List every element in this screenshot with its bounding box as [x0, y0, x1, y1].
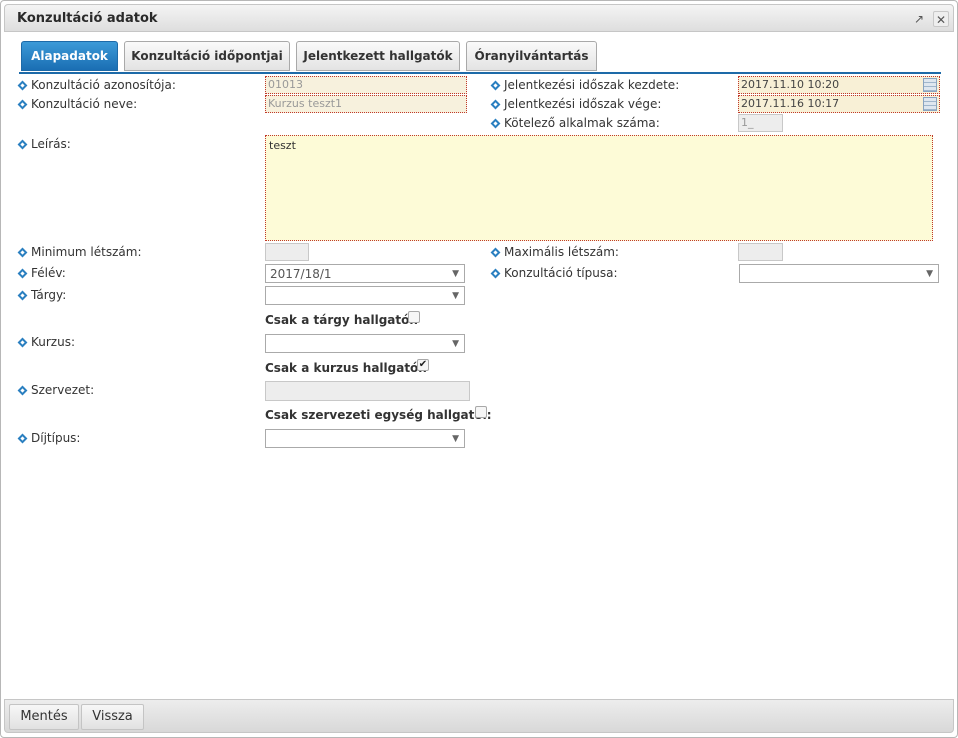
field-label-reg-end: Jelentkezési időszak vége: — [490, 97, 661, 111]
field-label-id: Konzultáció azonosítója: — [17, 78, 176, 92]
tab-underline — [19, 72, 941, 74]
bullet-icon — [490, 80, 501, 91]
dialog-window: Konzultáció adatok ↗ ✕ Alapadatok Konzul… — [0, 0, 958, 738]
field-label-min: Minimum létszám: — [17, 245, 141, 259]
subject-only-label: Csak a tárgy hallgatói: — [265, 313, 419, 327]
bullet-icon — [17, 139, 28, 150]
org-only-label: Csak szervezeti egység hallgatói: — [265, 408, 492, 422]
footer-bar: Mentés Vissza — [4, 699, 954, 733]
tab-oranyilvantartas[interactable]: Óranyilvántartás — [466, 41, 597, 71]
chevron-down-icon: ▼ — [452, 291, 459, 301]
bullet-icon — [490, 268, 501, 279]
bullet-icon — [17, 247, 28, 258]
bullet-icon — [17, 337, 28, 348]
description-textarea[interactable]: teszt — [265, 135, 933, 241]
min-count-field[interactable] — [265, 243, 309, 261]
reg-end-field[interactable]: 2017.11.16 10:17 — [738, 95, 940, 113]
checkmark-icon: ✔ — [418, 359, 428, 370]
semester-value: 2017/18/1 — [270, 267, 332, 281]
org-field[interactable] — [265, 381, 470, 401]
field-label-subject: Tárgy: — [17, 288, 66, 302]
title-bar: Konzultáció adatok ↗ ✕ — [4, 4, 954, 32]
dialog-title: Konzultáció adatok — [17, 11, 158, 26]
bullet-icon — [490, 99, 501, 110]
subject-select[interactable]: ▼ — [265, 286, 465, 305]
konzultacio-neve-field[interactable]: Kurzus teszt1 — [265, 95, 467, 113]
chevron-down-icon: ▼ — [926, 269, 933, 279]
bullet-icon — [490, 247, 501, 258]
popout-icon[interactable]: ↗ — [911, 11, 927, 27]
back-button[interactable]: Vissza — [81, 704, 144, 730]
field-label-type: Konzultáció típusa: — [490, 266, 618, 280]
bullet-icon — [17, 268, 28, 279]
tab-alapadatok[interactable]: Alapadatok — [21, 41, 118, 71]
max-count-field[interactable] — [738, 243, 783, 261]
field-label-name: Konzultáció neve: — [17, 97, 137, 111]
field-label-fee: Díjtípus: — [17, 431, 80, 445]
field-label-mandatory: Kötelező alkalmak száma: — [490, 116, 660, 130]
course-only-checkbox[interactable]: ✔ — [417, 359, 429, 371]
field-label-semester: Félév: — [17, 266, 66, 280]
semester-select[interactable]: 2017/18/1 ▼ — [265, 264, 465, 283]
field-label-max: Maximális létszám: — [490, 245, 619, 259]
bullet-icon — [17, 99, 28, 110]
field-label-description: Leírás: — [17, 137, 71, 151]
subject-only-checkbox[interactable] — [408, 311, 420, 323]
chevron-down-icon: ▼ — [452, 339, 459, 349]
tab-konzultacio-idopontjai[interactable]: Konzultáció időpontjai — [124, 41, 290, 71]
konzultacio-azonosito-field[interactable]: 01013 — [265, 76, 467, 94]
field-label-reg-start: Jelentkezési időszak kezdete: — [490, 78, 679, 92]
field-label-course: Kurzus: — [17, 335, 75, 349]
bullet-icon — [17, 385, 28, 396]
chevron-down-icon: ▼ — [452, 269, 459, 279]
org-only-checkbox[interactable] — [475, 406, 487, 418]
bullet-icon — [17, 433, 28, 444]
bullet-icon — [17, 290, 28, 301]
calendar-icon[interactable] — [923, 78, 937, 92]
reg-start-field[interactable]: 2017.11.10 10:20 — [738, 76, 940, 94]
course-select[interactable]: ▼ — [265, 334, 465, 353]
calendar-icon[interactable] — [923, 97, 937, 111]
chevron-down-icon: ▼ — [452, 434, 459, 444]
field-label-org: Szervezet: — [17, 383, 94, 397]
course-only-label: Csak a kurzus hallgatói: — [265, 361, 428, 375]
mandatory-count-field[interactable]: 1_ — [738, 114, 783, 132]
bullet-icon — [17, 80, 28, 91]
save-button[interactable]: Mentés — [9, 704, 79, 730]
tab-jelentkezett-hallgatok[interactable]: Jelentkezett hallgatók — [296, 41, 460, 71]
type-select[interactable]: ▼ — [739, 264, 939, 283]
fee-select[interactable]: ▼ — [265, 429, 465, 448]
close-icon[interactable]: ✕ — [933, 11, 949, 27]
bullet-icon — [490, 118, 501, 129]
